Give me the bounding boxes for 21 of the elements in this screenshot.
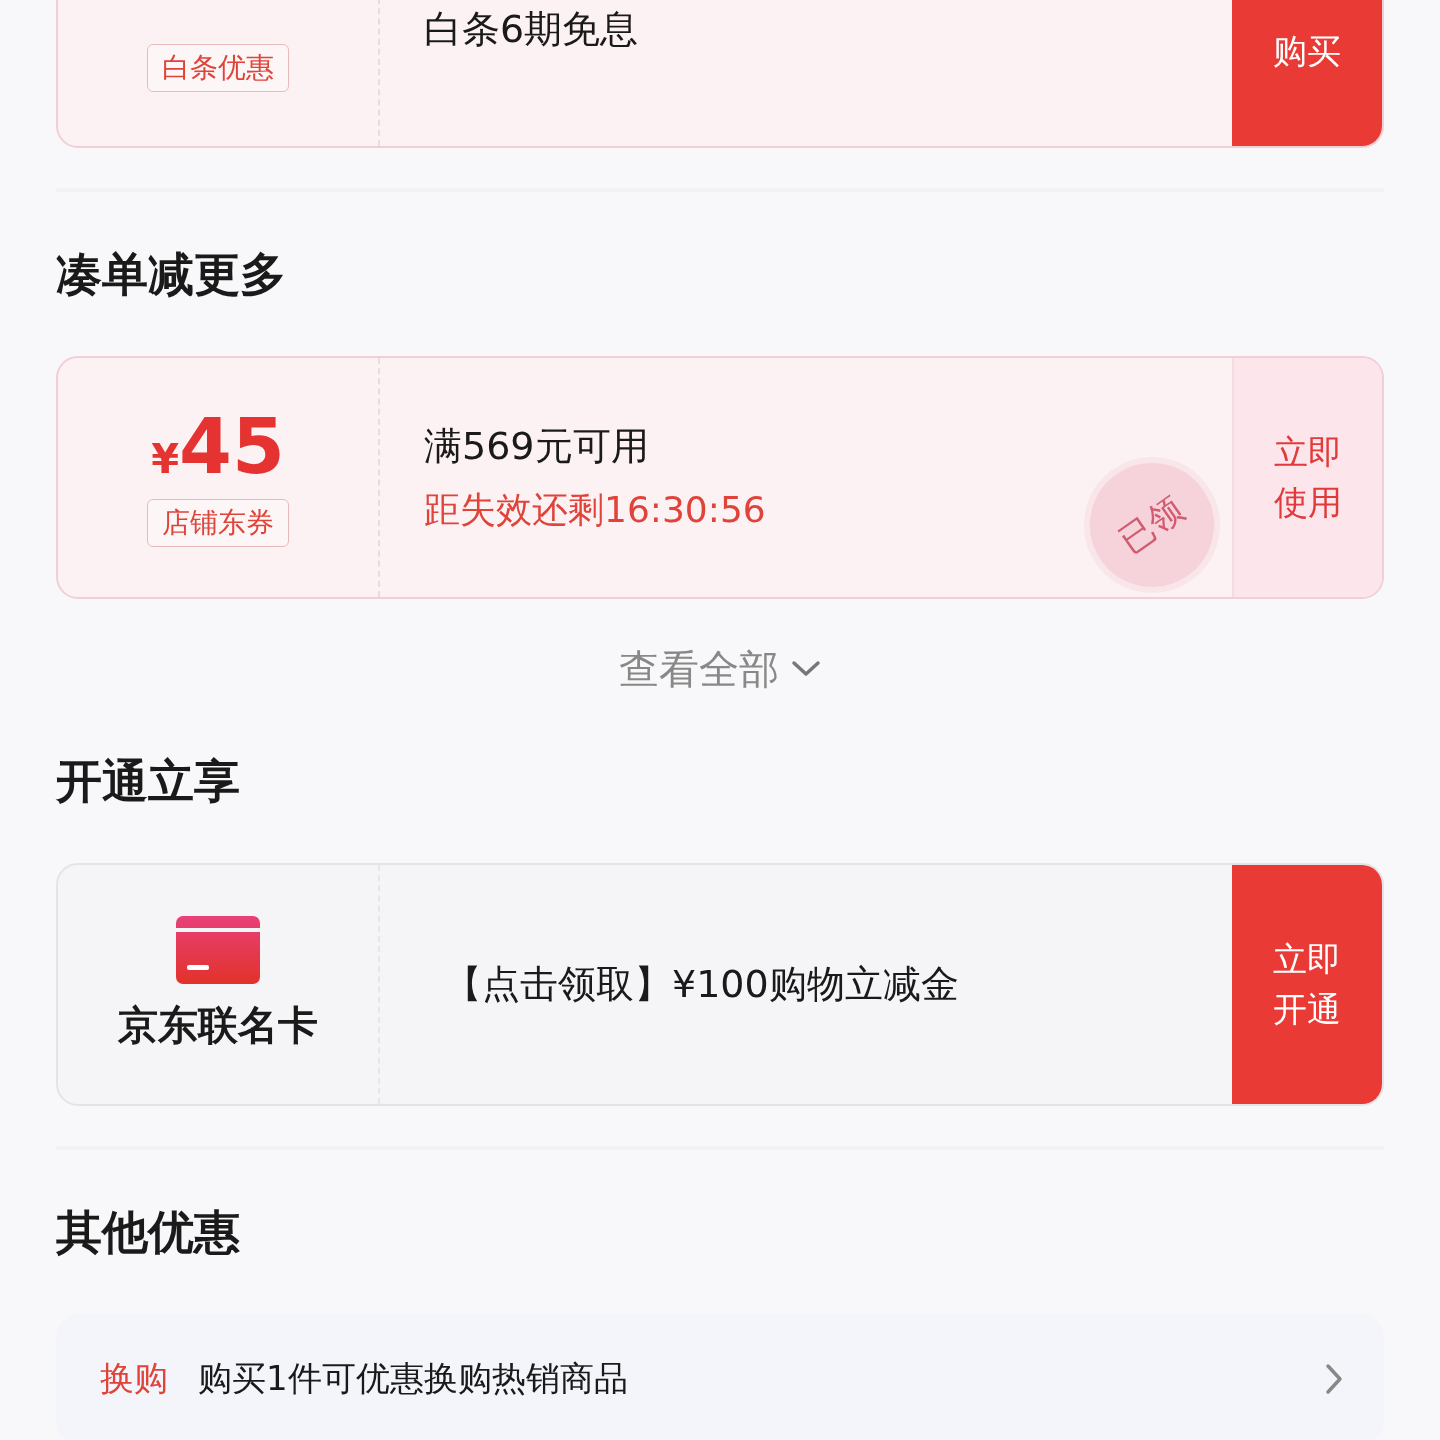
coupon-title: 白条6期免息	[424, 6, 640, 53]
card-name: 京东联名卡	[118, 1001, 318, 1050]
activate-button[interactable]: 立即开通	[1232, 865, 1382, 1104]
credit-card-icon	[176, 916, 260, 984]
chevron-right-icon	[1324, 1362, 1344, 1396]
offer-text: 【点击领取】¥100购物立减金	[443, 961, 960, 1008]
coupon-amount: ¥45	[151, 408, 285, 485]
chevron-down-icon	[791, 659, 821, 679]
promo-text: 购买1件可优惠换购热销商品	[198, 1357, 629, 1400]
coupon-badge: 店铺东券	[147, 498, 289, 547]
countdown-text: 距失效还剩16:30:56	[424, 487, 766, 532]
section-heading: 凑单减更多	[56, 246, 287, 303]
coupon-condition: 满569元可用	[424, 422, 649, 470]
view-all-button[interactable]: 查看全部	[619, 641, 821, 697]
buy-button[interactable]: 购买	[1232, 0, 1382, 146]
use-button[interactable]: 立即使用	[1232, 358, 1382, 597]
coupon-badge: 白条优惠	[147, 44, 289, 92]
promo-row[interactable]: 换购 购买1件可优惠换购热销商品	[56, 1314, 1384, 1440]
section-heading: 开通立享	[56, 753, 241, 810]
section-heading: 其他优惠	[56, 1204, 241, 1261]
promo-tag: 换购	[100, 1356, 168, 1402]
